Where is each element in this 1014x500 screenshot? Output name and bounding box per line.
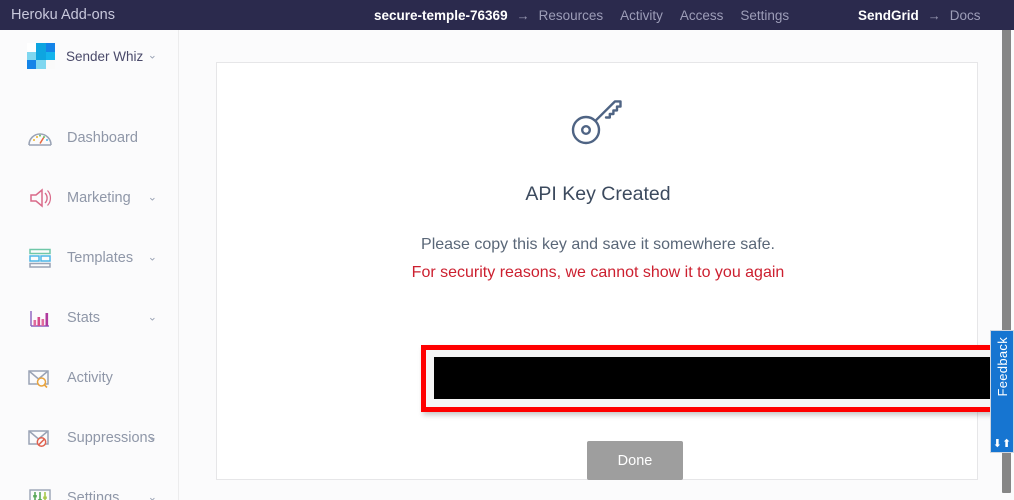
sidebar-item-label-marketing: Marketing [67, 190, 131, 206]
chevron-down-icon-account: ⌄ [147, 49, 157, 62]
topbar-center-nav: secure-temple-76369 → Resources Activity… [374, 0, 789, 30]
gauge-icon [25, 125, 55, 151]
updown-arrows-icon: ⬇⬆ [992, 438, 1012, 450]
pixel-blocks-logo-icon [27, 43, 55, 69]
mail-block-icon [25, 425, 55, 451]
api-key-field[interactable] [434, 357, 1000, 399]
sidebar-item-label-stats: Stats [67, 310, 101, 326]
addon-name-label[interactable]: SendGrid [858, 8, 919, 23]
sidebar-item-dashboard[interactable]: Dashboard [0, 118, 179, 158]
nav-link-resources[interactable]: Resources [539, 8, 604, 23]
chevron-down-icon-stats: ⌄ [147, 311, 157, 324]
nav-link-docs[interactable]: Docs [950, 8, 981, 23]
sidebar-item-label-settings: Settings [67, 490, 120, 500]
heroku-topbar: Heroku Add-ons secure-temple-76369 → Res… [0, 0, 1014, 30]
nav-link-settings[interactable]: Settings [740, 8, 789, 23]
main-content: API Key Created Please copy this key and… [179, 30, 1000, 500]
nav-link-access[interactable]: Access [680, 8, 724, 23]
sidebar-account-selector[interactable]: Sender Whiz ⌄ [0, 38, 179, 74]
security-warning-text: For security reasons, we cannot show it … [411, 264, 785, 281]
chevron-down-icon-marketing: ⌄ [147, 191, 157, 204]
sidebar: Sender Whiz ⌄ Dashboard Marketing ⌄ Temp… [0, 30, 179, 500]
browser-viewport: Heroku Add-ons secure-temple-76369 → Res… [0, 0, 1014, 500]
sidebar-item-stats[interactable]: Stats ⌄ [0, 298, 179, 338]
mail-search-icon [25, 365, 55, 391]
bar-chart-icon [25, 305, 55, 331]
arrow-right-icon: → [516, 7, 530, 23]
sidebar-item-activity[interactable]: Activity [0, 358, 179, 398]
page-title: API Key Created [525, 183, 671, 205]
chevron-down-icon-templates: ⌄ [147, 251, 157, 264]
feedback-tab-label: Feedback [994, 337, 1010, 397]
done-button[interactable]: Done [587, 441, 683, 480]
topbar-right-nav: SendGrid → Docs [858, 0, 981, 30]
sidebar-item-label-activity: Activity [67, 370, 113, 386]
feedback-tab[interactable]: Feedback ⬇⬆ [990, 330, 1014, 453]
nav-link-activity[interactable]: Activity [620, 8, 663, 23]
sidebar-item-label-dashboard: Dashboard [67, 130, 138, 146]
sidebar-item-settings[interactable]: Settings ⌄ [0, 478, 179, 500]
key-icon [567, 91, 629, 154]
api-key-created-card: API Key Created Please copy this key and… [216, 62, 978, 480]
sliders-icon [25, 485, 55, 500]
sidebar-item-templates[interactable]: Templates ⌄ [0, 238, 179, 278]
chevron-down-icon-settings: ⌄ [147, 491, 157, 500]
sidebar-item-suppressions[interactable]: Suppressions ⌄ [0, 418, 179, 458]
chevron-down-icon-suppressions: ⌄ [147, 431, 157, 444]
sidebar-item-label-templates: Templates [67, 250, 134, 266]
sidebar-item-marketing[interactable]: Marketing ⌄ [0, 178, 179, 218]
megaphone-icon [25, 185, 55, 211]
account-name-label: Sender Whiz [66, 48, 144, 64]
card-subtitle: Please copy this key and save it somewhe… [421, 236, 775, 253]
arrow-right-icon-2: → [927, 7, 941, 23]
key-icon-container [217, 91, 979, 154]
layout-icon [25, 245, 55, 271]
sidebar-item-label-suppressions: Suppressions [67, 430, 155, 446]
app-name-label[interactable]: secure-temple-76369 [374, 8, 508, 23]
heroku-brand-label: Heroku Add-ons [11, 7, 115, 23]
